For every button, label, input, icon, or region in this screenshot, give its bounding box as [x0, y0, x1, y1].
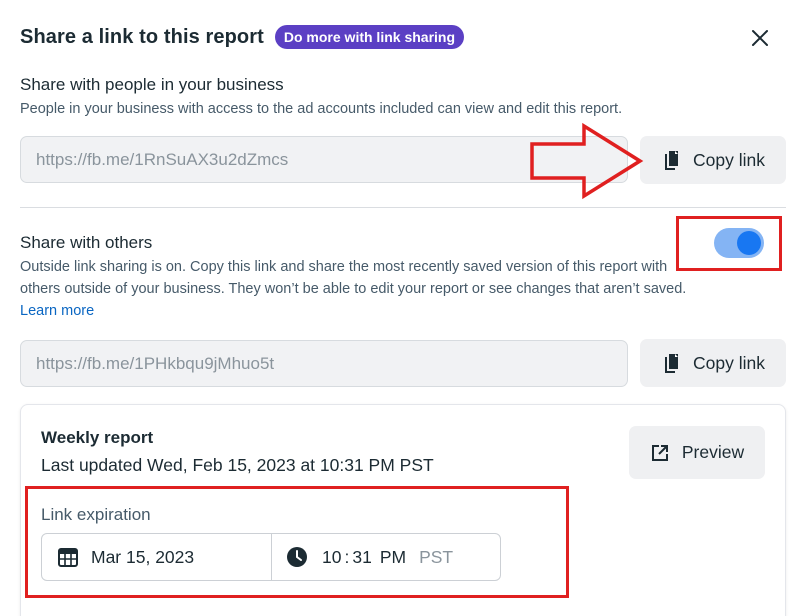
preview-label: Preview	[681, 442, 745, 462]
others-share-description: Outside link sharing is on. Copy this li…	[20, 259, 687, 319]
copy-link-label: Copy link	[693, 352, 765, 373]
link-expiration-picker: Mar 15, 2023 10 : 31 PM PST	[41, 533, 501, 581]
others-share-title: Share with others	[20, 233, 153, 252]
copy-icon	[665, 151, 678, 170]
outside-sharing-toggle[interactable]	[714, 228, 764, 258]
others-copy-link-button[interactable]: Copy link	[640, 339, 786, 387]
link-sharing-badge[interactable]: Do more with link sharing	[274, 25, 465, 49]
report-last-updated: Last updated Wed, Feb 15, 2023 at 10:31 …	[41, 455, 434, 475]
business-share-description: People in your business with access to t…	[20, 101, 623, 117]
others-link-text: https://fb.me/1PHkbqu9jMhuo5t	[36, 353, 275, 373]
link-expiration-label: Link expiration	[41, 505, 151, 524]
preview-button[interactable]: Preview	[629, 426, 765, 479]
dialog-header: Share a link to this report Do more with…	[20, 22, 465, 52]
expiration-minute[interactable]: 31	[352, 547, 371, 568]
time-separator: :	[344, 546, 350, 567]
section-divider	[20, 207, 786, 208]
expiration-date-picker[interactable]: Mar 15, 2023	[42, 534, 272, 580]
toggle-knob	[737, 231, 761, 255]
dialog-title: Share a link to this report	[20, 25, 264, 48]
business-link-field[interactable]: https://fb.me/1RnSuAX3u2dZmcs	[20, 136, 628, 183]
business-copy-link-button[interactable]: Copy link	[640, 136, 786, 184]
business-link-text: https://fb.me/1RnSuAX3u2dZmcs	[36, 149, 289, 169]
business-share-title: Share with people in your business	[20, 75, 284, 94]
learn-more-link[interactable]: Learn more	[20, 303, 94, 319]
external-link-icon	[651, 444, 668, 461]
expiration-timezone: PST	[419, 546, 454, 567]
close-icon	[752, 30, 768, 46]
expiration-hour[interactable]: 10	[322, 547, 341, 568]
copy-link-label: Copy link	[693, 149, 765, 170]
close-button[interactable]	[746, 24, 774, 52]
report-name: Weekly report	[41, 428, 154, 447]
others-link-field[interactable]: https://fb.me/1PHkbqu9jMhuo5t	[20, 340, 628, 387]
copy-icon	[665, 354, 678, 373]
share-dialog: Share a link to this report Do more with…	[0, 0, 798, 616]
expiration-time-picker[interactable]: 10 : 31 PM PST	[272, 534, 500, 580]
expiration-ampm[interactable]: PM	[380, 547, 406, 568]
expiration-date-value: Mar 15, 2023	[91, 546, 195, 567]
clock-icon	[287, 547, 307, 567]
calendar-icon	[58, 548, 78, 567]
